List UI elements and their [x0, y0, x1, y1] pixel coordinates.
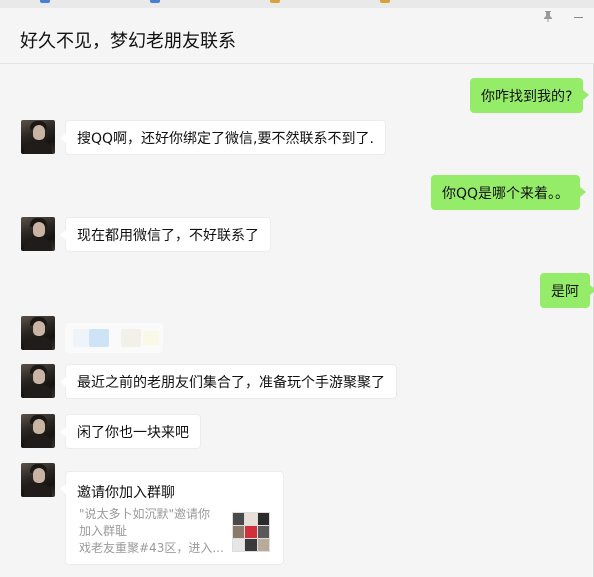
message-text: 搜QQ啊，还好你绑定了微信,要不然联系不到了.: [77, 130, 374, 147]
message-outgoing[interactable]: 你咋找到我的?: [470, 78, 590, 113]
message-outgoing[interactable]: 你QQ是哪个来着。。: [431, 175, 587, 210]
partial-tab[interactable]: [40, 0, 50, 3]
message-list: 你咋找到我的? 搜QQ啊，还好你绑定了微信,要不然联系不到了. 你QQ是哪个来着…: [0, 65, 594, 577]
contact-avatar[interactable]: [21, 414, 55, 448]
chat-window: 好久不见，梦幻老朋友联系 你咋找到我的? 搜QQ啊，还好你绑定了微信,要不然联系…: [0, 8, 594, 577]
message-incoming[interactable]: 最近之前的老朋友们集合了，准备玩个手游聚聚了: [60, 364, 397, 399]
minimize-icon[interactable]: [572, 10, 586, 24]
contact-avatar[interactable]: [21, 217, 55, 251]
pin-icon[interactable]: [542, 10, 554, 24]
message-incoming[interactable]: 搜QQ啊，还好你绑定了微信,要不然联系不到了.: [60, 120, 386, 155]
contact-avatar[interactable]: [21, 463, 55, 497]
message-text: 你咋找到我的?: [481, 88, 573, 105]
chat-header: 好久不见，梦幻老朋友联系: [0, 8, 594, 64]
invite-desc-line: 戏老友重聚#43区，进入...: [79, 541, 224, 555]
invite-title: 邀请你加入群聊: [77, 485, 175, 501]
partial-tab[interactable]: [380, 0, 390, 3]
message-outgoing[interactable]: 是阿: [540, 273, 594, 308]
contact-avatar[interactable]: [21, 120, 55, 154]
group-invite-card[interactable]: 邀请你加入群聊 "说太多卜如沉默"邀请你 加入群耻 戏老友重聚#43区，进入..…: [60, 471, 284, 565]
contact-avatar[interactable]: [21, 316, 55, 350]
partial-tab[interactable]: [270, 0, 280, 3]
message-text: 你QQ是哪个来着。。: [442, 185, 570, 202]
partial-tab[interactable]: [150, 0, 160, 3]
invite-desc-line: 加入群耻: [79, 524, 128, 538]
message-incoming[interactable]: 闲了你也一块来吧: [60, 414, 201, 449]
message-text: 现在都用微信了，不好联系了: [77, 227, 259, 244]
chat-title: 好久不见，梦幻老朋友联系: [20, 31, 236, 52]
message-text: 闲了你也一块来吧: [77, 424, 189, 441]
message-text: 最近之前的老朋友们集合了，准备玩个手游聚聚了: [77, 374, 385, 391]
contact-avatar[interactable]: [21, 364, 55, 398]
message-text: 是阿: [551, 283, 579, 300]
browser-tab-strip: [0, 0, 594, 8]
group-avatar-thumbnail: [232, 512, 270, 552]
invite-description: "说太多卜如沉默"邀请你 加入群耻 戏老友重聚#43区，进入...: [79, 506, 227, 557]
invite-desc-line: "说太多卜如沉默"邀请你: [79, 507, 211, 521]
message-incoming[interactable]: 现在都用微信了，不好联系了: [60, 217, 271, 252]
blurred-message[interactable]: [65, 323, 163, 353]
